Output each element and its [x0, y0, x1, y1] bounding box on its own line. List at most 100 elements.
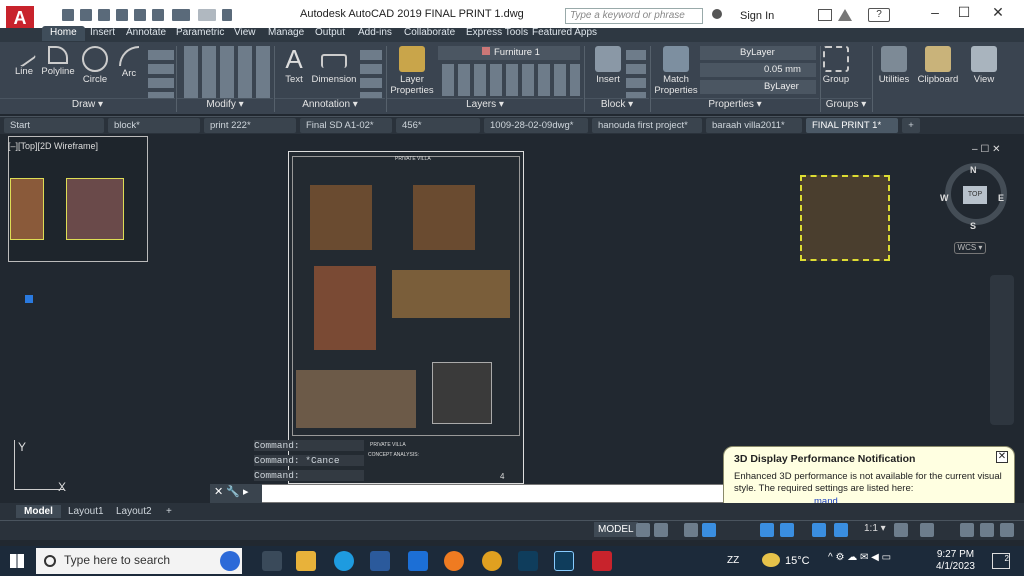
draw-panel-label[interactable]: Draw ▾	[0, 98, 175, 113]
polyline-button[interactable]: Polyline	[40, 46, 76, 77]
text-button[interactable]: A Text	[280, 46, 308, 85]
doc-tab-456[interactable]: 456*	[396, 118, 480, 133]
clipboard-button[interactable]: Clipboard	[916, 46, 960, 85]
close-button[interactable]: ✕	[988, 4, 1008, 22]
dimension-button[interactable]: Dimension	[310, 46, 358, 85]
photoshop-alt-icon[interactable]	[554, 551, 574, 571]
windows-start-icon[interactable]	[10, 554, 24, 568]
tab-layout2[interactable]: Layout2	[108, 505, 160, 518]
doc-tab-hanouda[interactable]: hanouda first project*	[592, 118, 702, 133]
close-icon[interactable]: ✕	[996, 451, 1008, 463]
compass-east[interactable]: E	[998, 193, 1004, 203]
annotation-scale[interactable]: 1:1 ▾	[864, 523, 886, 534]
model-space-button[interactable]: MODEL	[594, 522, 638, 537]
minimize-button[interactable]: –	[925, 4, 945, 22]
tab-featured-apps[interactable]: Featured Apps	[524, 26, 605, 41]
plot-icon[interactable]	[134, 9, 146, 21]
new-icon[interactable]	[62, 9, 74, 21]
notifications-icon[interactable]: 2	[992, 553, 1010, 569]
tab-output[interactable]: Output	[307, 26, 353, 41]
application-menu-button[interactable]: A	[6, 6, 34, 30]
doc-tab-print-222[interactable]: print 222*	[204, 118, 296, 133]
annotation-panel-label[interactable]: Annotation ▾	[275, 98, 385, 113]
groups-panel-label[interactable]: Groups ▾	[821, 98, 871, 113]
cortana-icon[interactable]	[220, 551, 240, 571]
compass-north[interactable]: N	[970, 165, 977, 175]
selected-block[interactable]	[800, 175, 890, 261]
task-view-icon[interactable]	[262, 551, 282, 571]
grip-marker[interactable]	[25, 295, 33, 303]
tab-parametric[interactable]: Parametric	[168, 26, 232, 41]
autoscale-icon[interactable]	[834, 523, 848, 537]
tab-model[interactable]: Model	[16, 505, 61, 518]
osnap-icon[interactable]	[760, 523, 774, 537]
otrack-icon[interactable]	[780, 523, 794, 537]
search-input[interactable]: Type a keyword or phrase	[565, 8, 703, 24]
insert-button[interactable]: Insert	[592, 46, 624, 85]
tab-layout1[interactable]: Layout1	[60, 505, 112, 518]
layer-tools-group[interactable]	[438, 64, 580, 96]
view-button[interactable]: View	[966, 46, 1002, 85]
navigation-bar[interactable]	[990, 275, 1014, 425]
add-layout-button[interactable]: +	[158, 505, 180, 518]
edge-icon[interactable]	[334, 551, 354, 571]
polar-icon[interactable]	[702, 523, 716, 537]
mail-icon[interactable]	[408, 551, 428, 571]
maximize-button[interactable]: ☐	[954, 4, 974, 22]
save-as-icon[interactable]	[116, 9, 128, 21]
group-button[interactable]: Group	[822, 46, 850, 85]
system-tray-icons[interactable]: ^ ⚙ ☁ ✉ ◀ ▭	[828, 552, 908, 570]
doc-tab-1009[interactable]: 1009-28-02-09dwg*	[484, 118, 588, 133]
chrome-icon[interactable]	[482, 551, 502, 571]
block-tools-group[interactable]	[626, 46, 646, 98]
tab-view[interactable]: View	[226, 26, 264, 41]
file-explorer-icon[interactable]	[296, 551, 316, 571]
customization-menu-icon[interactable]	[1000, 523, 1014, 537]
firefox-icon[interactable]	[444, 551, 464, 571]
hardware-acceleration-icon[interactable]	[960, 523, 974, 537]
modify-panel-label[interactable]: Modify ▾	[177, 98, 273, 113]
doc-tab-block[interactable]: block*	[108, 118, 200, 133]
undo-icon[interactable]	[172, 9, 190, 21]
photoshop-icon[interactable]	[518, 551, 538, 571]
linetype-dropdown[interactable]: ByLayer	[700, 80, 816, 94]
tab-collaborate[interactable]: Collaborate	[396, 26, 463, 41]
annotation-visibility-icon[interactable]	[812, 523, 826, 537]
open-icon[interactable]	[80, 9, 92, 21]
weather-icon[interactable]	[762, 553, 780, 567]
help-icon[interactable]: ?	[868, 8, 890, 22]
layers-panel-label[interactable]: Layers ▾	[387, 98, 583, 113]
annotation-tools-group[interactable]	[360, 46, 382, 98]
tab-home[interactable]: Home	[42, 26, 85, 41]
taskbar-search-input[interactable]: Type here to search	[36, 548, 242, 574]
weather-temperature[interactable]: 15°C	[785, 555, 810, 567]
wcs-menu[interactable]: WCS ▾	[954, 242, 986, 254]
properties-panel-label[interactable]: Properties ▾	[651, 98, 819, 113]
sign-in-link[interactable]: Sign In	[740, 10, 774, 22]
modify-tools-group[interactable]	[180, 46, 272, 98]
utilities-button[interactable]: Utilities	[874, 46, 914, 85]
command-line-tools[interactable]: ✕ 🔧 ▸	[210, 484, 262, 503]
viewport-controls-label[interactable]: [–][Top][2D Wireframe]	[8, 141, 98, 151]
new-tab-button[interactable]: +	[902, 118, 920, 133]
compass-west[interactable]: W	[940, 193, 949, 203]
tab-annotate[interactable]: Annotate	[118, 26, 174, 41]
view-cube-top[interactable]: TOP	[963, 186, 987, 204]
clean-screen-icon[interactable]	[980, 523, 994, 537]
tab-insert[interactable]: Insert	[82, 26, 123, 41]
print-icon[interactable]	[152, 9, 164, 21]
color-dropdown[interactable]: ByLayer	[700, 46, 816, 60]
layer-dropdown[interactable]: Furniture 1	[438, 46, 580, 60]
ortho-icon[interactable]	[684, 523, 698, 537]
line-button[interactable]: Line	[8, 42, 40, 77]
draw-tools-group[interactable]	[148, 46, 174, 98]
tab-add-ins[interactable]: Add-ins	[350, 26, 400, 41]
doc-tab-baraah[interactable]: baraah villa2011*	[706, 118, 802, 133]
arc-button[interactable]: Arc	[114, 46, 144, 79]
plus-icon[interactable]	[920, 523, 934, 537]
doc-tab-final-sd[interactable]: Final SD A1-02*	[300, 118, 392, 133]
block-panel-label[interactable]: Block ▾	[585, 98, 649, 113]
redo-icon[interactable]	[198, 9, 216, 21]
compass-south[interactable]: S	[970, 221, 976, 231]
quick-access-dropdown-icon[interactable]	[222, 9, 232, 21]
